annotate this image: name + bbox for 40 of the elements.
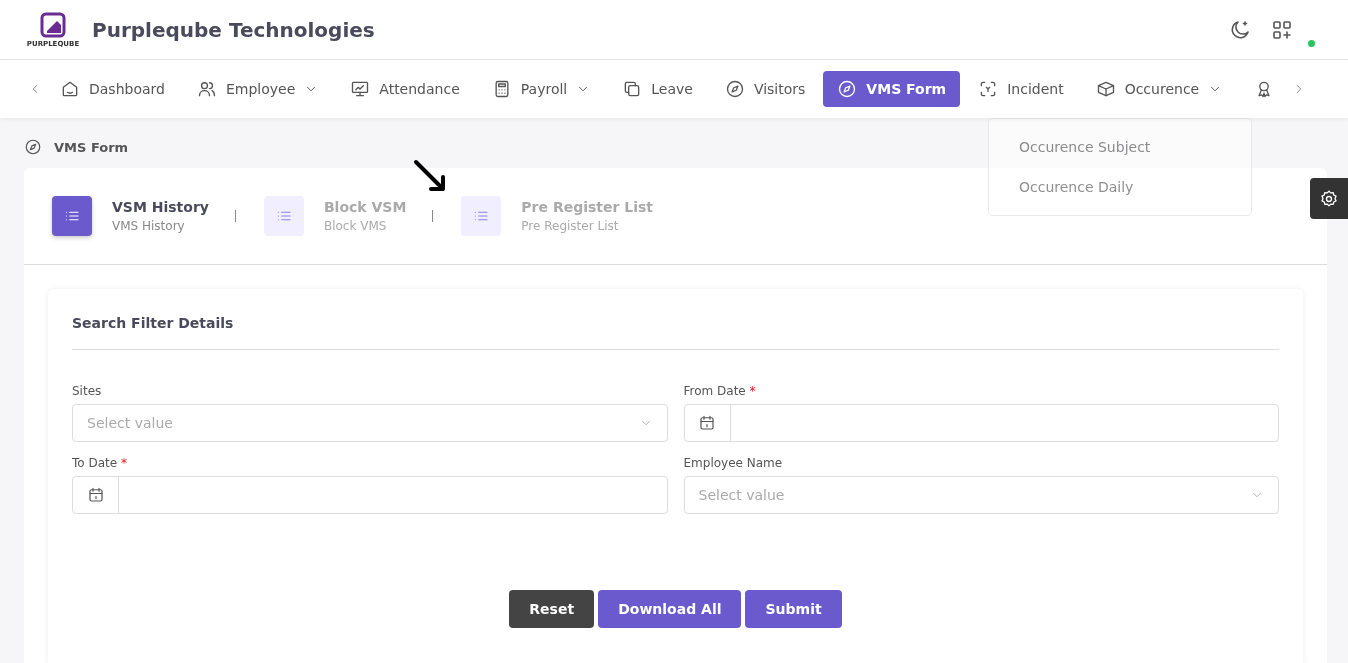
date-field[interactable] [683,404,1279,442]
nav-item[interactable]: Payroll [477,71,605,107]
nav-item[interactable]: Visitors [710,71,820,107]
step-tab[interactable] [461,196,502,236]
monitor-chart-icon [350,79,371,99]
step-subtitle: Block VMS [323,219,388,233]
field-label: To Date * [72,456,128,470]
compass-icon [837,79,858,99]
company-name: Purpleqube Technologies [92,17,376,42]
compass-icon [724,79,745,99]
home-icon [60,79,80,99]
field-label: From Date * [683,384,757,398]
form-button[interactable]: Submit [745,590,842,628]
step-subtitle: VMS History [112,219,186,233]
logo-icon [40,11,66,38]
step-tab[interactable] [52,196,92,236]
users-icon [196,79,217,99]
nav-item[interactable]: VMS Form [823,71,961,107]
calendar-icon [698,414,716,432]
nav-item[interactable]: Leave [608,71,707,107]
field-label: Employee Name [683,456,784,470]
compass-icon [24,138,42,156]
step-title[interactable]: VSM History [112,199,209,215]
form-button[interactable]: Reset [509,590,595,628]
nav-item[interactable]: Dashboard [46,71,179,107]
calendar-icon [86,486,105,504]
nav-item[interactable]: Incident [964,71,1078,107]
date-field[interactable] [72,476,668,514]
nav-item[interactable]: Occurence [1081,71,1237,107]
gear-icon [1319,188,1339,209]
field-label: Sites [72,384,103,398]
step-subtitle: Pre Register List [521,219,620,233]
nav-item[interactable]: Attendance [336,71,474,107]
breadcrumb: VMS Form [54,139,129,155]
section-title: Search Filter Details [72,289,1279,350]
step-tab[interactable] [263,196,304,236]
form-button[interactable]: Download All [598,590,742,628]
box-icon [1095,79,1116,99]
nav-item[interactable]: Employee [182,71,333,107]
settings-button[interactable] [1310,178,1348,219]
